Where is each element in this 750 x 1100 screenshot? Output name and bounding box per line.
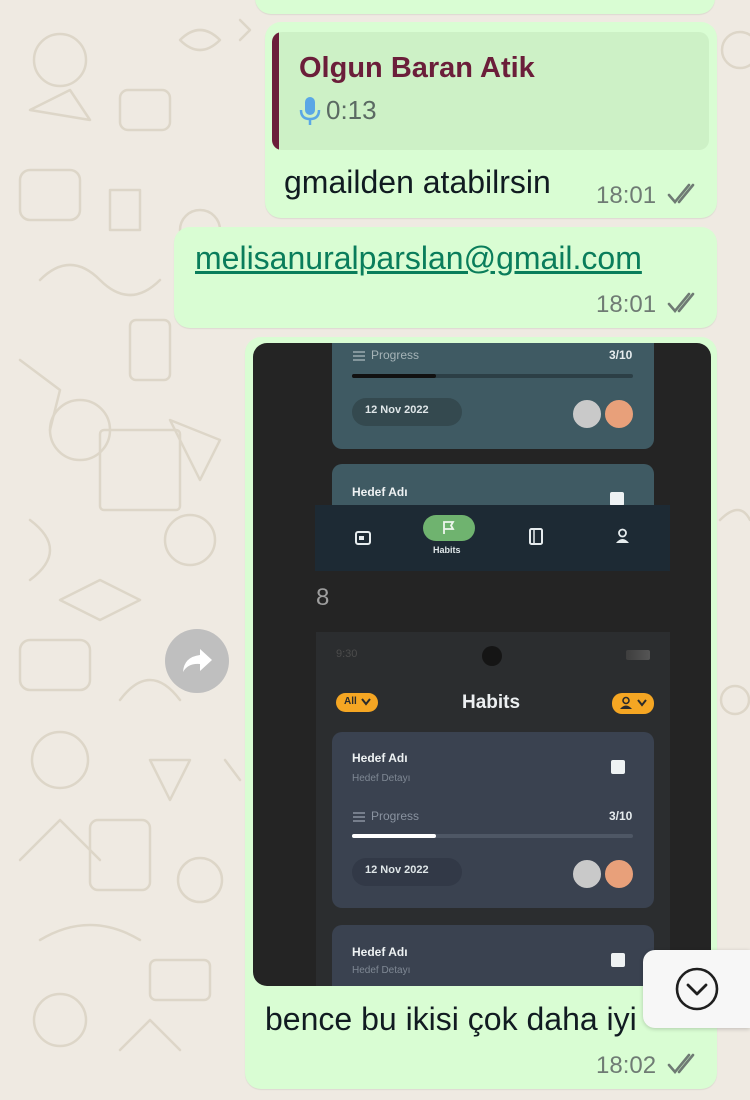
avatar [603,398,635,430]
scroll-to-bottom-button[interactable] [643,950,750,1028]
habit-title: Hedef Adı [352,945,408,959]
checkbox-icon[interactable] [611,760,625,774]
chevron-down-icon [637,699,647,707]
quoted-voice-message[interactable]: Olgun Baran Atik 0:13 [272,32,709,150]
habit-title: Hedef Adı [352,485,408,499]
progress-count: 3/10 [609,348,633,362]
avatar [571,858,603,890]
status-time: 9:30 [336,648,358,660]
progress-fill [352,374,437,378]
avatar [571,398,603,430]
message-time: 18:01 [596,291,657,318]
shared-screenshot-image[interactable]: Progress 3/10 12 Nov 2022 Hedef Adı Habi… [253,343,711,986]
book-icon [529,528,543,545]
list-icon [353,351,365,361]
progress-label: Progress [371,809,420,823]
microphone-icon [299,97,321,125]
forward-icon [183,649,212,672]
quoted-voice-duration: 0:13 [326,95,377,125]
habit-subtitle: Hedef Detayı [352,773,411,784]
list-icon [353,812,365,822]
progress-fill [352,834,437,838]
flag-icon [443,521,455,534]
forward-button[interactable] [165,629,229,693]
checkbox-icon[interactable] [611,953,625,967]
message-time: 18:02 [596,1052,657,1079]
quoted-sender-name: Olgun Baran Atik [299,52,535,84]
chevron-down-icon [361,698,371,706]
avatar [603,858,635,890]
progress-count: 3/10 [609,809,633,823]
habit-subtitle: Hedef Detayı [352,965,411,976]
person-icon [616,528,629,543]
filter-chip-label: All [344,696,357,707]
read-ticks-icon [667,1053,695,1075]
message-time: 18:01 [596,182,657,209]
read-ticks-icon [667,183,695,205]
quote-accent-bar [272,32,279,150]
progress-label: Progress [371,348,420,362]
signal-icon [626,650,650,660]
date-label: 12 Nov 2022 [365,404,429,416]
date-label: 12 Nov 2022 [365,864,429,876]
calendar-icon [355,531,371,545]
read-ticks-icon [667,292,695,314]
chevron-down-circle-icon [675,967,718,1011]
filter-chip[interactable] [336,693,378,712]
checkbox-icon [610,492,624,506]
habit-title: Hedef Adı [352,751,408,765]
email-link[interactable]: melisanuralparslan@gmail.com [195,240,642,277]
page-number: 8 [316,584,330,611]
camera-notch [482,646,502,666]
person-icon [620,696,632,709]
previous-message-bubble [255,0,715,14]
screen-title: Habits [462,692,521,713]
nav-label-habits: Habits [433,545,461,555]
reply-message-text: gmailden atabilrsin [284,164,551,200]
progress-track [352,374,633,378]
image-caption: bence bu ikisi çok daha iyi [265,1001,637,1037]
progress-track [352,834,633,838]
